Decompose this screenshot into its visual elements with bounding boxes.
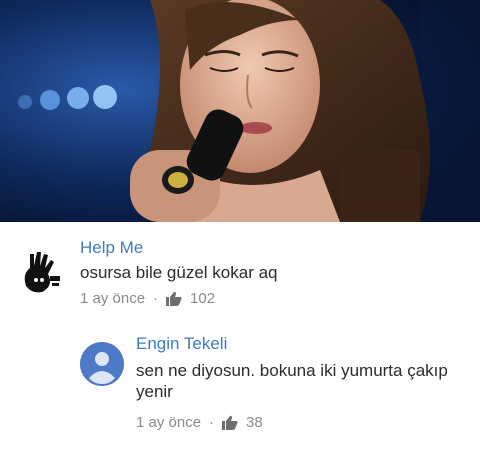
comment-text: sen ne diyosun. bokuna iki yumurta çakıp… — [136, 361, 448, 401]
like-count: 38 — [246, 414, 263, 431]
hand-print-avatar-icon[interactable] — [12, 246, 66, 300]
separator-dot: · — [209, 414, 215, 431]
singer-photo — [0, 0, 480, 222]
thumbs-up-icon — [166, 291, 182, 306]
comment-meta: 1 ay önce · 38 — [136, 414, 263, 431]
default-user-avatar-icon[interactable] — [80, 342, 124, 386]
comment-text: osursa bile güzel kokar aq — [80, 263, 278, 282]
separator-dot: · — [153, 290, 159, 307]
comment-author[interactable]: Engin Tekeli — [136, 334, 227, 354]
like-button[interactable] — [222, 415, 238, 430]
comments-section: Help Me osursa bile güzel kokar aq 1 ay … — [0, 222, 480, 453]
comment-engin-tekeli: Engin Tekeli sen ne diyosun. bokuna iki … — [80, 334, 470, 444]
like-button[interactable] — [166, 291, 182, 306]
thumbs-up-icon — [222, 415, 238, 430]
comment-meta: 1 ay önce · 102 — [80, 290, 215, 307]
comment-help-me: Help Me osursa bile güzel kokar aq 1 ay … — [12, 234, 472, 324]
like-count: 102 — [190, 290, 216, 307]
comment-time: 1 ay önce — [80, 290, 146, 307]
comment-author[interactable]: Help Me — [80, 238, 143, 258]
comment-time: 1 ay önce — [136, 414, 202, 431]
